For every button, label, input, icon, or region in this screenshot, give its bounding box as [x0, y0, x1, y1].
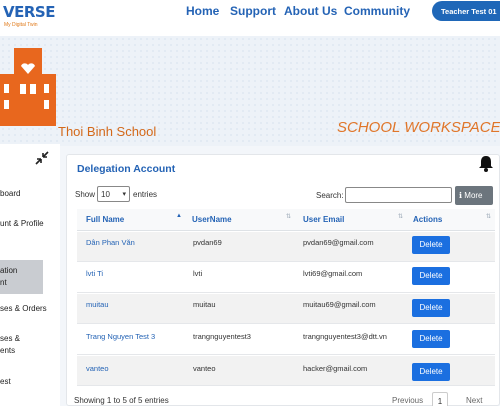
- user-menu-button[interactable]: Teacher Test 01: [432, 1, 500, 21]
- row-full-name[interactable]: muitau: [86, 300, 109, 309]
- sidebar-item-dashboard[interactable]: board: [0, 188, 60, 200]
- more-label: More: [464, 191, 483, 200]
- row-email: pvdan69@gmail.com: [303, 238, 374, 247]
- row-username: trangnguyentest3: [193, 332, 251, 341]
- column-full-name[interactable]: Full Name: [86, 215, 124, 224]
- pagination-page[interactable]: 1: [432, 392, 448, 406]
- bell-icon[interactable]: [478, 154, 494, 172]
- search-label: Search:: [316, 191, 344, 200]
- sort-icon[interactable]: ⇅: [286, 213, 291, 220]
- column-username[interactable]: UserName: [192, 215, 232, 224]
- row-email: lvti69@gmail.com: [303, 269, 363, 278]
- logo-tagline: My Digital Twin: [4, 22, 38, 28]
- entries-select[interactable]: 10 ▾: [97, 186, 130, 202]
- sidebar-item-courses-students-1[interactable]: ses &: [0, 333, 60, 345]
- pagination-next[interactable]: Next: [466, 396, 482, 405]
- nav-home[interactable]: Home: [186, 4, 219, 18]
- delete-button[interactable]: Delete: [412, 267, 450, 285]
- search-input[interactable]: [345, 187, 452, 203]
- sidebar-item-test[interactable]: est: [0, 376, 60, 388]
- row-full-name[interactable]: vanteo: [86, 364, 109, 373]
- sidebar-item-courses-orders[interactable]: ses & Orders: [0, 303, 60, 315]
- row-email: muitau69@gmail.com: [303, 300, 376, 309]
- sidebar-item-delegation-1[interactable]: ation: [0, 265, 60, 277]
- sort-asc-icon[interactable]: ▲: [176, 213, 182, 219]
- row-email: hacker@gmail.com: [303, 364, 368, 373]
- sidebar-item-delegation-2[interactable]: nt: [0, 277, 60, 289]
- chevron-down-icon: ▾: [122, 191, 126, 198]
- row-username: vanteo: [193, 364, 216, 373]
- nav-support[interactable]: Support: [230, 4, 276, 18]
- show-label: Show: [75, 190, 96, 199]
- delete-button[interactable]: Delete: [412, 330, 450, 348]
- pagination-previous[interactable]: Previous: [392, 396, 423, 405]
- more-icon: ℹ: [459, 191, 463, 200]
- logo[interactable]: VERSE: [3, 3, 55, 21]
- delete-button[interactable]: Delete: [412, 363, 450, 381]
- collapse-icon[interactable]: [34, 150, 50, 166]
- column-user-email[interactable]: User Email: [303, 215, 344, 224]
- nav-about-us[interactable]: About Us: [284, 4, 337, 18]
- sidebar-item-courses-students-2[interactable]: ents: [0, 345, 60, 357]
- column-actions: Actions: [413, 215, 443, 224]
- school-name: Thoi Binh School: [58, 124, 157, 139]
- entries-label: entries: [133, 190, 158, 199]
- page-title: Delegation Account: [77, 163, 176, 175]
- delete-button[interactable]: Delete: [412, 299, 450, 317]
- more-button[interactable]: ℹ More: [455, 186, 493, 205]
- sort-icon[interactable]: ⇅: [486, 213, 491, 220]
- entries-value: 10: [101, 190, 110, 199]
- row-full-name[interactable]: Trang Nguyen Test 3: [86, 332, 155, 341]
- row-username: muitau: [193, 300, 216, 309]
- sidebar-item-account-profile[interactable]: unt & Profile: [0, 218, 60, 230]
- school-building-icon: [0, 48, 56, 126]
- row-username: pvdan69: [193, 238, 222, 247]
- top-navbar: VERSE My Digital Twin Home Support About…: [0, 0, 500, 36]
- sort-icon[interactable]: ⇅: [398, 213, 403, 220]
- row-full-name[interactable]: lvti Ti: [86, 269, 103, 278]
- row-username: lvti: [193, 269, 203, 278]
- delete-button[interactable]: Delete: [412, 236, 450, 254]
- row-full-name[interactable]: Dân Phan Văn: [86, 238, 135, 247]
- row-email: trangnguyentest3@dtt.vn: [303, 332, 387, 341]
- nav-community[interactable]: Community: [344, 4, 410, 18]
- table-info: Showing 1 to 5 of 5 entries: [74, 396, 169, 405]
- workspace-title: SCHOOL WORKSPACE: [337, 119, 500, 136]
